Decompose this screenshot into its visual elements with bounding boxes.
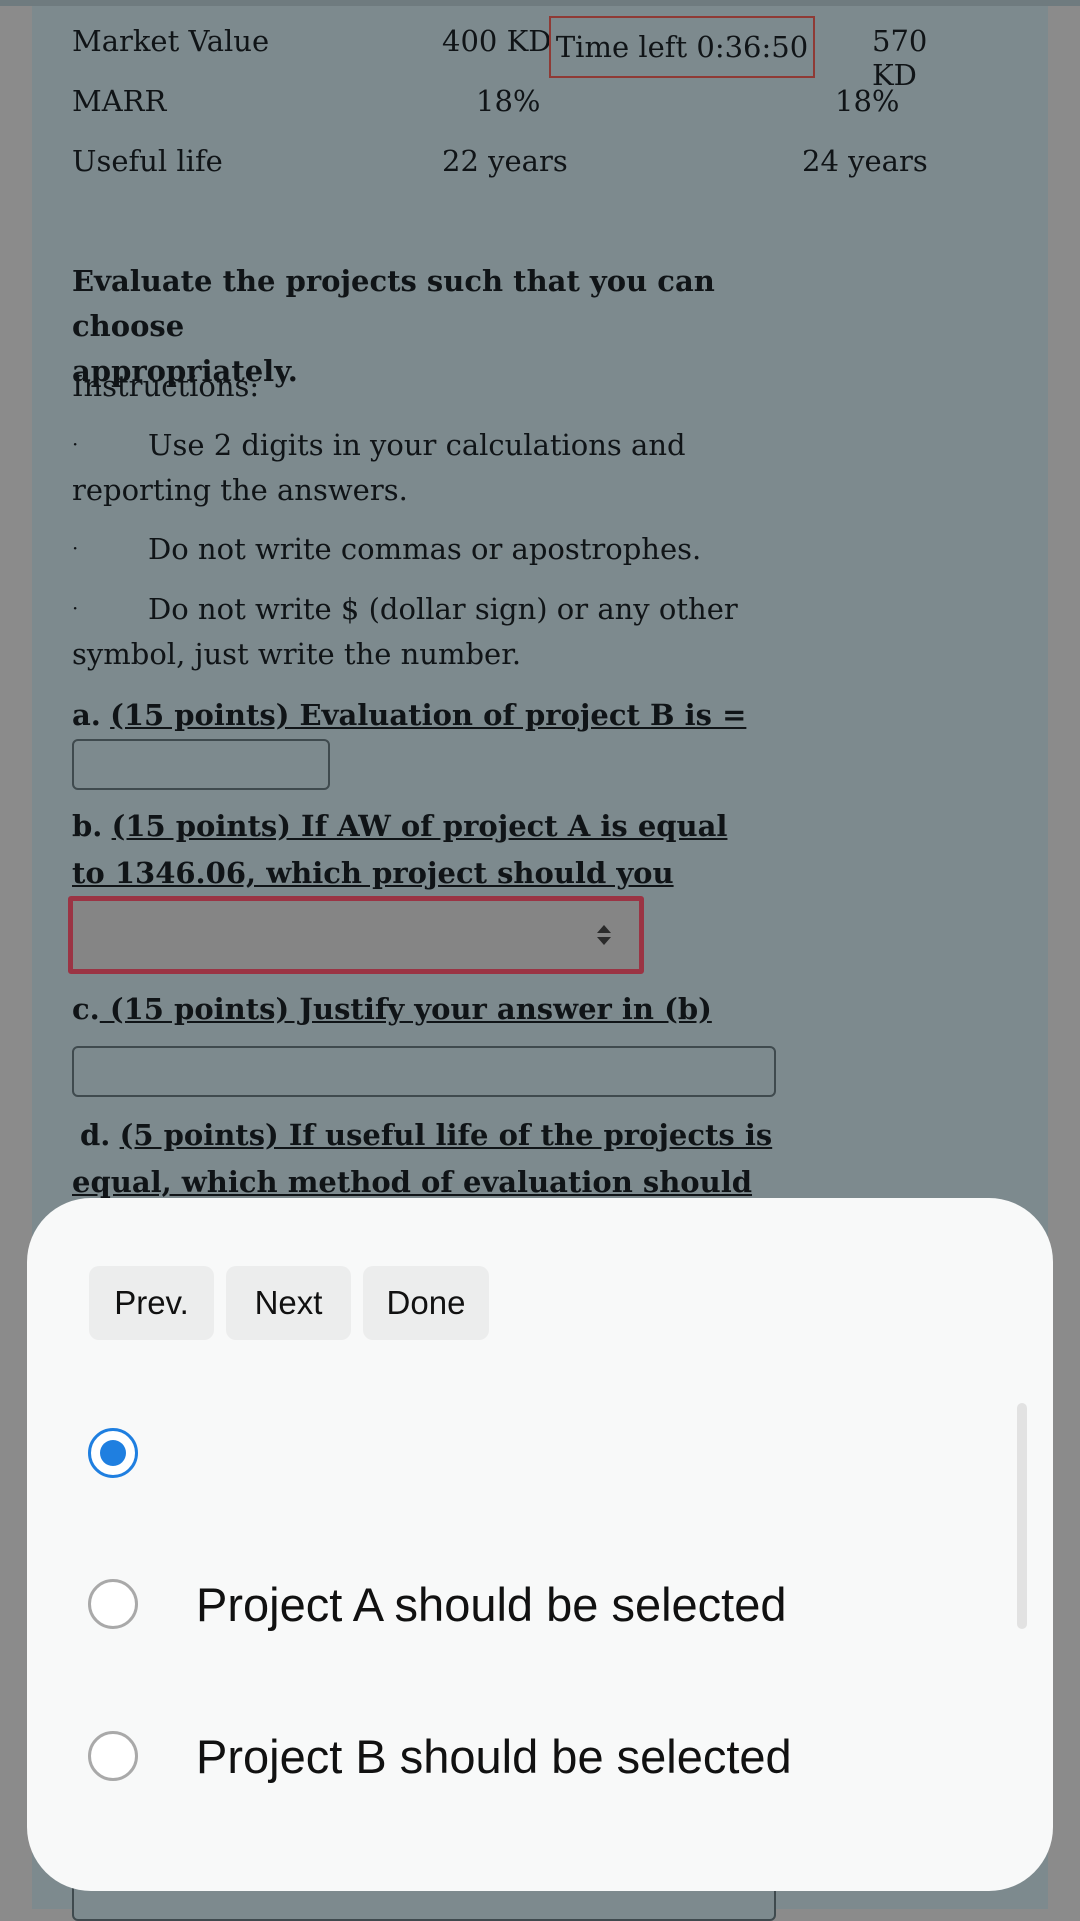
question-a: a. (15 points) Evaluation of project B i…	[72, 693, 772, 738]
question-c-prefix: c.	[72, 992, 100, 1026]
instruction-line: Do not write $ (dollar sign) or any othe…	[148, 592, 738, 626]
row-label: MARR	[72, 84, 167, 118]
question-c: c. (15 points) Justify your answer in (b…	[72, 987, 772, 1032]
table-row-marr: MARR 18% 18%	[72, 84, 972, 134]
question-d-line-1: (5 points) If useful life of the project…	[119, 1118, 773, 1152]
time-left-timer: Time left 0:36:50	[549, 16, 815, 78]
top-edge-shadow	[0, 0, 1080, 6]
radio-selected-icon[interactable]	[88, 1428, 138, 1478]
instruction-line: reporting the answers.	[72, 473, 408, 507]
row-label: Market Value	[72, 24, 270, 58]
instruction-item-2: Do not write commas or apostrophes.	[72, 527, 772, 572]
question-d-prefix: d.	[80, 1118, 111, 1152]
option-label: Project B should be selected	[196, 1730, 792, 1783]
done-button[interactable]: Done	[363, 1266, 489, 1340]
answer-a-input[interactable]	[72, 739, 330, 790]
picker-scrollbar[interactable]	[1017, 1403, 1027, 1629]
row-label: Useful life	[72, 144, 223, 178]
answer-c-input[interactable]	[72, 1046, 776, 1097]
question-b-line-1: (15 points) If AW of project A is equal	[111, 809, 728, 843]
question-b-prefix: b.	[72, 809, 103, 843]
instruction-item-1: Use 2 digits in your calculations and re…	[72, 423, 772, 513]
picker-option-project-a[interactable]: Project A should be selected	[88, 1572, 1018, 1642]
project-b-value: 570 KD	[872, 24, 928, 92]
next-button[interactable]: Next	[226, 1266, 351, 1340]
question-a-text: (15 points) Evaluation of project B is =	[110, 698, 747, 732]
instruction-line: Do not write commas or apostrophes.	[148, 532, 702, 566]
table-row-market-value: Market Value 400 KD 570 KD	[72, 24, 972, 92]
answer-b-select[interactable]	[68, 896, 644, 974]
option-label: Project A should be selected	[196, 1578, 787, 1631]
radio-icon[interactable]	[88, 1731, 138, 1781]
project-b-value: 24 years	[802, 144, 928, 178]
heading-line-1: Evaluate the projects such that you can …	[72, 264, 715, 343]
project-a-value: 18%	[476, 84, 541, 118]
select-arrows-icon	[597, 925, 611, 945]
instruction-line: Use 2 digits in your calculations and	[148, 428, 686, 462]
question-c-text: (15 points) Justify your answer in (b)	[99, 992, 712, 1026]
project-b-value: 18%	[835, 84, 900, 118]
picker-option-project-b[interactable]: Project B should be selected	[88, 1724, 1018, 1794]
picker-option-blank[interactable]	[88, 1421, 1018, 1491]
radio-icon[interactable]	[88, 1579, 138, 1629]
prev-button[interactable]: Prev.	[89, 1266, 214, 1340]
instruction-line: symbol, just write the number.	[72, 637, 522, 671]
table-row-useful-life: Useful life 22 years 24 years	[72, 144, 972, 194]
question-a-prefix: a.	[72, 698, 101, 732]
instructions-label: Instructions:	[72, 369, 260, 403]
instruction-item-3: Do not write $ (dollar sign) or any othe…	[72, 587, 772, 677]
project-a-value: 22 years	[442, 144, 568, 178]
